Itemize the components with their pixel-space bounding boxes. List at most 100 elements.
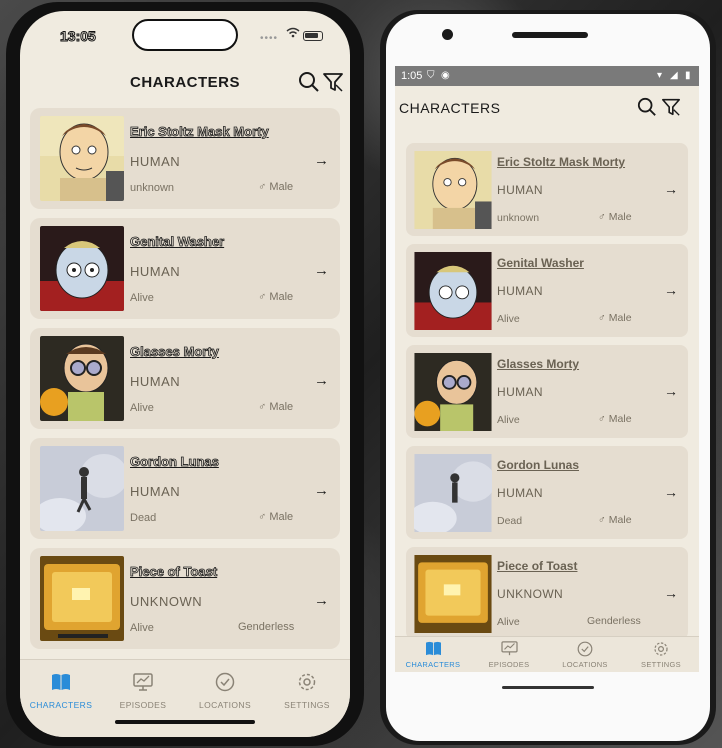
arrow-right-icon[interactable]: → <box>314 262 329 279</box>
arrow-right-icon[interactable]: → <box>664 484 678 500</box>
male-icon: ♂ <box>598 211 609 223</box>
character-status: Alive <box>130 622 154 634</box>
character-avatar <box>40 226 124 311</box>
character-name[interactable]: Gordon Lunas <box>130 454 220 470</box>
character-card[interactable]: Gordon Lunas HUMAN Dead ♂ Male → <box>30 438 340 539</box>
tab-episodes[interactable]: EPISODES <box>471 641 547 669</box>
gender-label: Male <box>269 401 294 413</box>
signal-icon: •••• <box>260 33 279 44</box>
character-card[interactable]: Glasses Morty HUMAN Alive ♂ Male → <box>406 345 688 438</box>
character-card[interactable]: Piece of Toast UNKNOWN Alive Genderless … <box>30 548 340 649</box>
arrow-right-icon[interactable]: → <box>664 585 678 601</box>
character-name[interactable]: Eric Stoltz Mask Morty <box>497 155 625 169</box>
tab-label: LOCATIONS <box>198 700 252 710</box>
character-gender: Genderless <box>238 621 294 633</box>
search-icon[interactable] <box>637 97 657 122</box>
character-name[interactable]: Genital Washer <box>130 234 225 250</box>
arrow-right-icon[interactable]: → <box>314 372 329 389</box>
dynamic-island <box>132 19 238 51</box>
gender-label: Male <box>269 181 294 193</box>
iphone-frame: 13:05 •••• CHARACTERS Eric Stoltz Mask M… <box>6 2 364 746</box>
character-card[interactable]: Eric Stoltz Mask Morty HUMAN unknown ♂ M… <box>30 108 340 209</box>
arrow-right-icon[interactable]: → <box>314 592 329 609</box>
page-title: CHARACTERS <box>399 100 501 116</box>
character-avatar <box>40 116 124 201</box>
character-gender: ♂ Male <box>598 211 632 223</box>
character-species: HUMAN <box>497 284 543 298</box>
tab-settings[interactable]: SETTINGS <box>266 670 348 710</box>
camera-icon <box>442 29 453 40</box>
character-name[interactable]: Piece of Toast <box>497 559 577 573</box>
battery-icon: ▮ <box>685 70 691 81</box>
tab-settings[interactable]: SETTINGS <box>623 641 699 669</box>
character-status: Dead <box>497 515 523 527</box>
wifi-icon: ▾ <box>657 70 663 81</box>
tab-label: SETTINGS <box>641 660 681 669</box>
book-icon <box>395 641 471 657</box>
status-time: 1:05 <box>401 70 423 82</box>
home-indicator <box>115 720 255 724</box>
gender-label: Male <box>269 291 294 303</box>
character-gender: ♂ Male <box>258 181 293 193</box>
character-species: HUMAN <box>130 264 181 279</box>
search-icon[interactable] <box>298 71 320 98</box>
home-indicator <box>502 686 594 689</box>
character-name[interactable]: Glasses Morty <box>130 344 220 360</box>
character-name[interactable]: Eric Stoltz Mask Morty <box>130 124 270 140</box>
android-frame: 1:05 ⛉ ◉ ▾ ◢ ▮ CHARACTERS Eric Stoltz Ma… <box>380 10 716 745</box>
tab-locations[interactable]: LOCATIONS <box>547 641 623 669</box>
character-name[interactable]: Gordon Lunas <box>497 458 579 472</box>
character-list: Eric Stoltz Mask Morty HUMAN unknown ♂ M… <box>406 143 688 648</box>
character-species: HUMAN <box>130 484 181 499</box>
character-avatar <box>414 353 492 431</box>
iphone-screen: 13:05 •••• CHARACTERS Eric Stoltz Mask M… <box>20 11 350 737</box>
character-species: HUMAN <box>497 385 543 399</box>
character-species: HUMAN <box>130 154 181 169</box>
gender-label: Male <box>608 413 632 425</box>
character-card[interactable]: Piece of Toast UNKNOWN Alive Genderless … <box>406 547 688 640</box>
gear-icon <box>623 641 699 657</box>
monitor-icon <box>471 641 547 657</box>
character-species: HUMAN <box>130 374 181 389</box>
character-avatar <box>40 446 124 531</box>
arrow-right-icon[interactable]: → <box>314 152 329 169</box>
tab-episodes[interactable]: EPISODES <box>102 670 184 710</box>
tab-label: SETTINGS <box>284 700 330 710</box>
signal-icon: ◢ <box>670 70 678 81</box>
character-card[interactable]: Gordon Lunas HUMAN Dead ♂ Male → <box>406 446 688 539</box>
filter-icon[interactable] <box>322 71 344 98</box>
character-card[interactable]: Eric Stoltz Mask Morty HUMAN unknown ♂ M… <box>406 143 688 236</box>
tab-characters[interactable]: CHARACTERS <box>20 670 102 710</box>
male-icon: ♂ <box>598 413 609 425</box>
character-status: unknown <box>497 212 540 224</box>
character-name[interactable]: Glasses Morty <box>497 357 579 371</box>
gender-label: Male <box>608 211 632 223</box>
character-species: HUMAN <box>497 486 543 500</box>
arrow-right-icon[interactable]: → <box>664 383 678 399</box>
tab-label: LOCATIONS <box>562 660 608 669</box>
character-avatar <box>414 454 492 532</box>
character-list: Eric Stoltz Mask Morty HUMAN unknown ♂ M… <box>30 108 340 658</box>
character-card[interactable]: Genital Washer HUMAN Alive ♂ Male → <box>406 244 688 337</box>
character-name[interactable]: Genital Washer <box>497 256 584 270</box>
character-avatar <box>40 556 124 641</box>
arrow-right-icon[interactable]: → <box>664 181 678 197</box>
character-gender: Genderless <box>587 615 641 627</box>
wifi-icon <box>286 27 300 41</box>
tab-characters[interactable]: CHARACTERS <box>395 641 471 669</box>
arrow-right-icon[interactable]: → <box>314 482 329 499</box>
character-status: Alive <box>130 292 154 304</box>
android-screen: 1:05 ⛉ ◉ ▾ ◢ ▮ CHARACTERS Eric Stoltz Ma… <box>395 66 699 672</box>
gender-label: Male <box>269 511 294 523</box>
arrow-right-icon[interactable]: → <box>664 282 678 298</box>
shield-icon: ⛉ <box>427 70 435 81</box>
tab-locations[interactable]: LOCATIONS <box>184 670 266 710</box>
tab-label: EPISODES <box>119 700 167 710</box>
book-icon <box>20 670 102 694</box>
character-card[interactable]: Genital Washer HUMAN Alive ♂ Male → <box>30 218 340 319</box>
character-name[interactable]: Piece of Toast <box>130 564 218 580</box>
character-card[interactable]: Glasses Morty HUMAN Alive ♂ Male → <box>30 328 340 429</box>
filter-icon[interactable] <box>661 97 681 122</box>
character-species: UNKNOWN <box>130 594 203 609</box>
gender-label: Male <box>608 312 632 324</box>
